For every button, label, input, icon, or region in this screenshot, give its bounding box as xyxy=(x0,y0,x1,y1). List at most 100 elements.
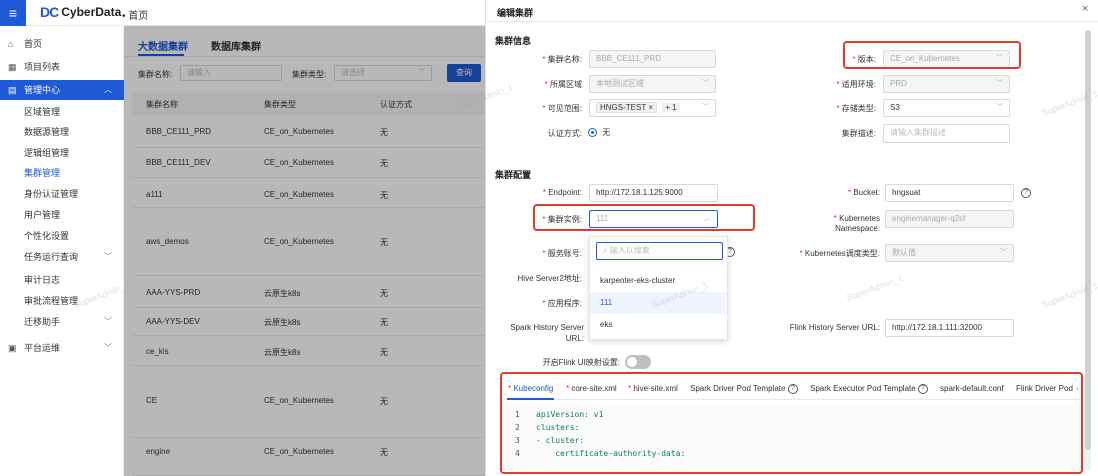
sidebar-item-tasks[interactable]: 任务运行查询 ﹀ xyxy=(0,247,124,267)
sidebar-item-label: 集群管理 xyxy=(24,168,61,178)
sidebar-item-label: 首页 xyxy=(24,39,43,49)
hive-label: Hive Server2地址: xyxy=(517,274,582,283)
endpoint-label: * Endpoint: xyxy=(542,188,582,197)
more-tag: + 1 xyxy=(662,103,680,112)
sidebar-item-personal[interactable]: 个性化设置 xyxy=(0,226,124,246)
spark-history-label: Spark History Server URL: xyxy=(510,323,584,343)
sidebar-item-auth[interactable]: 身份认证管理 xyxy=(0,184,124,204)
chevron-down-icon: ﹀ xyxy=(1000,249,1007,256)
dropdown-option[interactable]: eks xyxy=(590,314,727,336)
close-icon[interactable]: × xyxy=(648,103,653,112)
region-label: * 所属区域 xyxy=(544,80,582,89)
manage-icon: ▤ xyxy=(8,85,17,95)
cluster-name-field[interactable]: BBB_CE111_PRD xyxy=(589,50,716,68)
cluster-name-label: * 集群名称: xyxy=(542,55,582,64)
flink-ui-toggle[interactable] xyxy=(625,355,651,369)
select-value: S3 xyxy=(890,103,900,112)
sidebar-item-logic-group[interactable]: 逻辑组管理 xyxy=(0,143,124,163)
sidebar-item-label: 项目列表 xyxy=(24,62,61,72)
bucket-input[interactable]: hngsuat xyxy=(885,184,1014,202)
sidebar-item-cluster[interactable]: 集群管理 xyxy=(0,163,124,183)
sidebar-item-label: 平台运维 xyxy=(24,343,61,353)
flink-ui-label: 开启Flink UI映射设置: xyxy=(542,358,620,367)
sidebar: ⌂ 首页 ▦ 项目列表 ▤ 管理中心 ︿ 区域管理 数据源管理 逻辑组管理 集群… xyxy=(0,26,124,476)
home-icon: ⌂ xyxy=(8,39,14,49)
k8s-sched-select[interactable]: 默认值 ﹀ xyxy=(885,244,1014,262)
close-icon[interactable]: × xyxy=(1082,3,1088,15)
logo[interactable]: DC CyberData xyxy=(40,4,121,20)
select-value: PRD xyxy=(890,79,907,88)
section-title-info: 集群信息 xyxy=(495,36,532,46)
dropdown-search-input[interactable]: ⌕ 输入以搜索 xyxy=(596,242,723,260)
sidebar-item-projects[interactable]: ▦ 项目列表 xyxy=(0,57,124,77)
sidebar-item-label: 审批流程管理 xyxy=(24,296,79,306)
search-icon: ⌕ xyxy=(603,246,610,255)
sidebar-item-label: 逻辑组管理 xyxy=(24,148,70,158)
sidebar-item-management[interactable]: ▤ 管理中心 ︿ xyxy=(0,80,124,100)
sidebar-item-label: 审计日志 xyxy=(24,275,61,285)
sidebar-item-region[interactable]: 区域管理 xyxy=(0,102,124,122)
select-value: 默认值 xyxy=(892,248,916,257)
select-value: 本地测试区域 xyxy=(596,79,644,88)
breadcrumb[interactable]: • 首页 xyxy=(122,7,148,22)
tag: HNGS-TEST × xyxy=(596,102,657,113)
sidebar-item-label: 管理中心 xyxy=(24,85,61,95)
highlight-box xyxy=(843,41,1021,69)
radio-checked-icon xyxy=(588,128,597,138)
app-name: CyberData xyxy=(61,5,122,19)
env-label: * 适用环境: xyxy=(836,80,876,89)
ops-icon: ▣ xyxy=(8,343,17,353)
help-icon[interactable]: ? xyxy=(1021,188,1031,198)
sidebar-item-label: 区域管理 xyxy=(24,107,61,117)
chevron-down-icon: ﹀ xyxy=(996,80,1003,87)
k8s-namespace-label: * Kubernetes Namespace: xyxy=(833,214,880,233)
sidebar-item-label: 任务运行查询 xyxy=(24,252,79,262)
logo-mark: DC xyxy=(40,4,59,20)
flink-history-input[interactable]: http://172.18.1.111:32000 xyxy=(885,319,1014,337)
chevron-down-icon: ﹀ xyxy=(702,80,709,87)
service-account-label: * 服务账号: xyxy=(542,249,582,258)
auth-label: 认证方式: xyxy=(547,129,582,138)
chevron-down-icon: ﹀ xyxy=(104,252,112,261)
divider xyxy=(486,21,1098,22)
highlight-box xyxy=(533,204,755,231)
search-placeholder: 输入以搜索 xyxy=(609,246,650,255)
highlight-box xyxy=(500,372,1083,474)
radio-label: 无 xyxy=(602,128,611,137)
grid-icon: ▦ xyxy=(8,62,17,72)
modal-overlay[interactable] xyxy=(124,26,485,476)
section-title-config: 集群配置 xyxy=(495,170,532,180)
bucket-label: * Bucket: xyxy=(847,188,880,197)
flink-history-label: Flink History Server URL: xyxy=(789,323,880,332)
sidebar-item-label: 迁移助手 xyxy=(24,317,61,327)
sidebar-item-datasource[interactable]: 数据源管理 xyxy=(0,122,124,142)
visible-scope-select[interactable]: HNGS-TEST × + 1 ﹀ xyxy=(589,99,716,117)
sidebar-item-label: 数据源管理 xyxy=(24,127,70,137)
chevron-up-icon: ︿ xyxy=(104,85,112,94)
endpoint-input[interactable]: http://172.18.1.125:9000 xyxy=(589,184,718,202)
sidebar-item-ops[interactable]: ▣ 平台运维 ﹀ xyxy=(0,338,124,358)
k8s-namespace-input[interactable]: enginemanager-q2sf xyxy=(885,210,1014,228)
desc-label: 集群描述: xyxy=(841,129,876,138)
sidebar-item-label: 用户管理 xyxy=(24,210,61,220)
toggle-knob xyxy=(627,357,637,367)
k8s-sched-label: * Kubernetes调度类型: xyxy=(799,249,880,258)
auth-radio[interactable]: 无 xyxy=(588,127,610,138)
description-textarea[interactable]: 请输入集群描述 xyxy=(883,124,1010,143)
storage-select[interactable]: S3 ﹀ xyxy=(883,99,1010,117)
sidebar-item-label: 个性化设置 xyxy=(24,231,70,241)
region-select[interactable]: 本地测试区域 ﹀ xyxy=(589,75,716,93)
chevron-down-icon: ﹀ xyxy=(104,317,112,326)
drawer-title: 编辑集群 xyxy=(497,8,534,18)
env-select[interactable]: PRD ﹀ xyxy=(883,75,1010,93)
chevron-down-icon: ﹀ xyxy=(996,104,1003,111)
chevron-down-icon: ﹀ xyxy=(702,104,709,111)
menu-icon[interactable]: ≡ xyxy=(0,0,26,26)
storage-label: * 存储类型: xyxy=(836,104,876,113)
sidebar-item-users[interactable]: 用户管理 xyxy=(0,205,124,225)
sidebar-item-label: 身份认证管理 xyxy=(24,189,79,199)
sidebar-item-migration[interactable]: 迁移助手 ﹀ xyxy=(0,312,124,332)
chevron-down-icon: ﹀ xyxy=(104,343,112,352)
sidebar-item-home[interactable]: ⌂ 首页 xyxy=(0,34,124,54)
app-label: * 应用程序: xyxy=(542,299,582,308)
